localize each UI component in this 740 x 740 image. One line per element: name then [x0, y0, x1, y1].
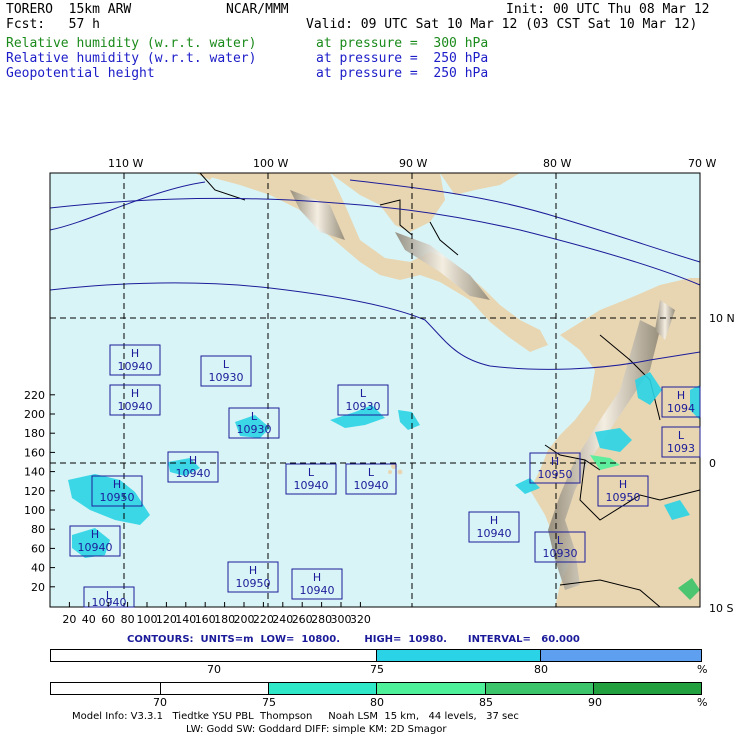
center-type: L [368, 466, 375, 479]
x-tick-label: 160 [195, 613, 216, 626]
x-tick-label: 60 [101, 613, 115, 626]
center-value: 10940 [176, 467, 211, 480]
center-value: 10950 [538, 468, 573, 481]
center-value: 10940 [118, 400, 153, 413]
center-type: H [249, 564, 257, 577]
y-tick-label: 60 [31, 542, 45, 555]
center-type: L [360, 387, 367, 400]
model-info-line1: Model Info: V3.3.1 Tiedtke YSU PBL Thomp… [72, 711, 519, 722]
x-tick-label: 140 [175, 613, 196, 626]
cb250-label-75: 75 [370, 663, 384, 676]
center-type: H [619, 478, 627, 491]
center-value: 10940 [78, 541, 113, 554]
center-type: H [551, 455, 559, 468]
lat-label-0: 0 [709, 457, 716, 470]
center-type: H [677, 389, 685, 402]
y-tick-label: 220 [24, 389, 45, 402]
cb250-label-pct: % [697, 663, 708, 676]
center-value: 1093 [667, 442, 695, 455]
x-tick-label: 200 [234, 613, 255, 626]
lon-label-100w: 100 W [253, 157, 289, 170]
center-value: 10930 [237, 423, 272, 436]
center-value: 10940 [354, 479, 389, 492]
lat-label-10n: 10 N [709, 312, 735, 325]
x-tick-label: 20 [62, 613, 76, 626]
center-type: H [131, 347, 139, 360]
center-type: H [313, 571, 321, 584]
cb300-label-90: 90 [588, 696, 602, 709]
cb300-label-75: 75 [262, 696, 276, 709]
x-tick-label: 280 [311, 613, 332, 626]
cb300-label-80: 80 [370, 696, 384, 709]
center-type: L [557, 534, 564, 547]
center-type: L [223, 358, 230, 371]
x-tick-label: 220 [253, 613, 274, 626]
center-type: H [91, 528, 99, 541]
cb250-label-70: 70 [207, 663, 221, 676]
center-value: 10940 [300, 584, 335, 597]
y-tick-label: 180 [24, 427, 45, 440]
lon-label-90w: 90 W [399, 157, 428, 170]
x-tick-label: 40 [82, 613, 96, 626]
y-tick-label: 40 [31, 562, 45, 575]
x-tick-label: 120 [156, 613, 177, 626]
center-type: L [308, 466, 315, 479]
x-tick-label: 240 [272, 613, 293, 626]
y-tick-label: 140 [24, 466, 45, 479]
center-value: 10940 [477, 527, 512, 540]
cb250-label-80: 80 [534, 663, 548, 676]
x-tick-label: 180 [214, 613, 235, 626]
center-type: L [251, 410, 258, 423]
cb300-label-70: 70 [153, 696, 167, 709]
center-type: L [678, 429, 685, 442]
colorbar-300hpa [50, 682, 702, 695]
center-type: H [189, 454, 197, 467]
center-value: 10950 [606, 491, 641, 504]
cb300-label-pct: % [697, 696, 708, 709]
y-tick-label: 160 [24, 446, 45, 459]
center-value: 10940 [92, 596, 127, 609]
lon-label-110w: 110 W [108, 157, 144, 170]
center-value: 10930 [209, 371, 244, 384]
center-type: H [113, 478, 121, 491]
y-tick-label: 100 [24, 504, 45, 517]
x-tick-label: 300 [331, 613, 352, 626]
center-value: 1094 [667, 402, 695, 415]
center-value: 10940 [294, 479, 329, 492]
center-value: 10950 [236, 577, 271, 590]
y-tick-label: 80 [31, 523, 45, 536]
cb300-label-85: 85 [479, 696, 493, 709]
model-info-line2: LW: Godd SW: Goddard DIFF: simple KM: 2D… [186, 724, 447, 735]
weather-map: H10940H10940L10930L10930L10930H10940H109… [24, 172, 701, 626]
x-tick-label: 260 [292, 613, 313, 626]
x-tick-label: 100 [137, 613, 158, 626]
lat-label-10s: 10 S [709, 602, 734, 615]
contour-info: CONTOURS: UNITS=m LOW= 10800. HIGH= 1098… [127, 634, 580, 645]
center-type: H [490, 514, 498, 527]
lon-label-70w: 70 W [688, 157, 717, 170]
y-tick-label: 120 [24, 485, 45, 498]
center-type: H [131, 387, 139, 400]
center-value: 10950 [100, 491, 135, 504]
center-value: 10940 [118, 360, 153, 373]
center-value: 10930 [543, 547, 578, 560]
y-tick-label: 200 [24, 408, 45, 421]
y-tick-label: 20 [31, 581, 45, 594]
lon-label-80w: 80 W [543, 157, 572, 170]
colorbar-250hpa [50, 649, 702, 662]
x-tick-label: 80 [121, 613, 135, 626]
center-value: 10930 [346, 400, 381, 413]
x-tick-label: 320 [350, 613, 371, 626]
